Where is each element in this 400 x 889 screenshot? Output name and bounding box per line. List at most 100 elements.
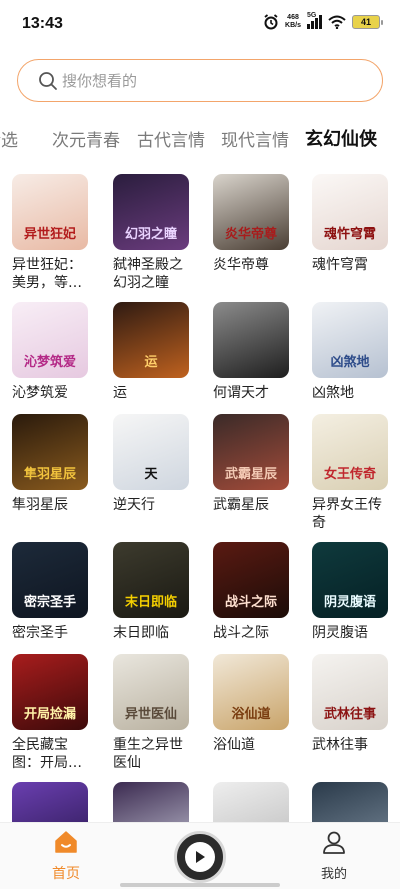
book-item[interactable]: 异世医仙重生之异世医仙 xyxy=(113,654,191,772)
book-item[interactable]: 凶煞地 凶煞地 xyxy=(312,302,390,402)
book-cover-text: 浴仙道 xyxy=(231,707,271,722)
book-item[interactable]: 隼羽星辰 隼羽星辰 xyxy=(12,414,90,514)
book-item[interactable]: 女王传奇异界女王传奇 xyxy=(312,414,390,532)
search-placeholder: 搜你想看的 xyxy=(62,72,138,90)
book-title[interactable]: 密宗圣手 xyxy=(12,624,92,642)
book-title[interactable]: 浴仙道 xyxy=(213,736,293,754)
book-cover[interactable]: 凶煞地 xyxy=(312,302,388,378)
book-cover-text: 凶煞地 xyxy=(330,355,370,370)
nav-home[interactable]: 首页 xyxy=(46,829,86,883)
book-cover[interactable]: 沁梦筑爱 xyxy=(12,302,88,378)
book-cover-text: 武林往事 xyxy=(323,707,376,722)
book-cover[interactable]: 武霸星辰 xyxy=(213,414,289,490)
book-item[interactable]: 开局捡漏全民藏宝图：开局… xyxy=(12,654,90,772)
book-item[interactable]: 密宗圣手 密宗圣手 xyxy=(12,542,90,642)
tab-featured[interactable]: 精选 xyxy=(0,126,18,151)
nav-home-label: 首页 xyxy=(52,866,80,882)
book-item[interactable]: 何谓天才 xyxy=(213,302,291,402)
book-cover[interactable]: 运 xyxy=(113,302,189,378)
book-cover[interactable]: 天 xyxy=(113,414,189,490)
book-cover-text: 运 xyxy=(144,355,158,370)
book-item[interactable]: 阴灵腹语 阴灵腹语 xyxy=(312,542,390,642)
book-cover[interactable]: 开局捡漏 xyxy=(12,654,88,730)
book-title[interactable]: 武林往事 xyxy=(312,736,392,754)
book-item[interactable]: 运运 xyxy=(113,302,191,402)
book-cover[interactable]: 战斗之际 xyxy=(213,542,289,618)
category-tabs: 精选 次元青春 古代言情 现代言情 玄幻仙侠 xyxy=(0,120,400,156)
book-title[interactable]: 沁梦筑爱 xyxy=(12,384,92,402)
book-item[interactable]: 战斗之际 战斗之际 xyxy=(213,542,291,642)
book-title[interactable]: 何谓天才 xyxy=(213,384,293,402)
book-title[interactable]: 隼羽星辰 xyxy=(12,496,92,514)
book-cover-text: 密宗圣手 xyxy=(23,595,76,610)
nav-mine-label: 我的 xyxy=(320,867,347,882)
book-title[interactable]: 异世狂妃：美男，等… xyxy=(12,256,92,292)
nav-mine[interactable]: 我的 xyxy=(314,829,354,882)
book-cover[interactable]: 阴灵腹语 xyxy=(312,542,388,618)
book-cover-text: 隼羽星辰 xyxy=(23,467,76,482)
book-cover-text: 幻羽之瞳 xyxy=(124,227,177,242)
book-cover-text: 魂忤穹霄 xyxy=(323,227,376,242)
book-item[interactable]: 末日即临 末日即临 xyxy=(113,542,191,642)
book-title[interactable]: 运 xyxy=(113,384,193,402)
book-cover[interactable]: 幻羽之瞳 xyxy=(113,174,189,250)
book-title[interactable]: 重生之异世医仙 xyxy=(113,736,193,772)
book-cover[interactable]: 魂忤穹霄 xyxy=(312,174,388,250)
book-title[interactable]: 弑神圣殿之幻羽之瞳 xyxy=(113,256,193,292)
search-icon xyxy=(39,71,57,90)
book-cover-text: 阴灵腹语 xyxy=(323,595,376,610)
book-title[interactable]: 逆天行 xyxy=(113,496,193,514)
book-title[interactable]: 全民藏宝图：开局… xyxy=(12,736,92,772)
book-item[interactable]: 魂忤穹霄 魂忤穹霄 xyxy=(312,174,390,274)
book-title[interactable]: 凶煞地 xyxy=(312,384,392,402)
book-item[interactable]: 沁梦筑爱 沁梦筑爱 xyxy=(12,302,90,402)
book-cover-text: 炎华帝尊 xyxy=(224,227,277,242)
book-cover-text: 女王传奇 xyxy=(323,467,376,482)
book-item[interactable]: 炎华帝尊 炎华帝尊 xyxy=(213,174,291,274)
tab-xiandai-yanqing[interactable]: 现代言情 xyxy=(221,126,289,151)
book-title[interactable]: 炎华帝尊 xyxy=(213,256,293,274)
tab-xuanhuan-xianxia[interactable]: 玄幻仙侠 xyxy=(305,125,377,151)
network-speed: 468 KB/s xyxy=(285,14,301,30)
book-cover[interactable]: 浴仙道 xyxy=(213,654,289,730)
book-item[interactable]: 浴仙道 浴仙道 xyxy=(213,654,291,754)
book-item[interactable]: 武霸星辰 武霸星辰 xyxy=(213,414,291,514)
book-cover-text: 战斗之际 xyxy=(224,595,277,610)
book-cover-text: 末日即临 xyxy=(124,595,177,610)
search-input[interactable]: 搜你想看的 xyxy=(17,59,383,102)
user-icon xyxy=(323,831,345,854)
book-title[interactable]: 武霸星辰 xyxy=(213,496,293,514)
tab-gudai-yanqing[interactable]: 古代言情 xyxy=(137,126,205,151)
book-cover-text: 天 xyxy=(144,467,158,482)
book-title[interactable]: 阴灵腹语 xyxy=(312,624,392,642)
tab-ciyuan-qingchun[interactable]: 次元青春 xyxy=(52,126,120,151)
network-speed-unit: KB/s xyxy=(285,22,301,29)
book-cover[interactable]: 女王传奇 xyxy=(312,414,388,490)
book-cover-text: 沁梦筑爱 xyxy=(23,355,76,370)
bottom-nav: 首页 我的 xyxy=(0,822,400,889)
status-bar: 13:43 468 KB/s 5G 41 xyxy=(0,0,400,50)
network-type: 5G xyxy=(307,12,317,19)
book-cover[interactable]: 隼羽星辰 xyxy=(12,414,88,490)
book-cover[interactable]: 异世医仙 xyxy=(113,654,189,730)
book-title[interactable]: 异界女王传奇 xyxy=(312,496,392,532)
status-time: 13:43 xyxy=(22,15,63,32)
book-cover-text: 武霸星辰 xyxy=(224,467,277,482)
network-speed-value: 468 xyxy=(287,14,299,21)
book-item[interactable]: 武林往事 武林往事 xyxy=(312,654,390,754)
book-title[interactable]: 魂忤穹霄 xyxy=(312,256,392,274)
book-title[interactable]: 末日即临 xyxy=(113,624,193,642)
book-item[interactable]: 天逆天行 xyxy=(113,414,191,514)
book-item[interactable]: 异世狂妃异世狂妃：美男，等… xyxy=(12,174,90,292)
player-button[interactable] xyxy=(174,831,226,883)
book-item[interactable]: 幻羽之瞳弑神圣殿之幻羽之瞳 xyxy=(113,174,191,292)
status-icons: 468 KB/s 5G 41 xyxy=(263,12,383,30)
book-cover[interactable]: 炎华帝尊 xyxy=(213,174,289,250)
book-cover[interactable]: 密宗圣手 xyxy=(12,542,88,618)
book-cover[interactable]: 武林往事 xyxy=(312,654,388,730)
book-cover[interactable] xyxy=(213,302,289,378)
book-title[interactable]: 战斗之际 xyxy=(213,624,293,642)
book-cover[interactable]: 异世狂妃 xyxy=(12,174,88,250)
alarm-icon xyxy=(264,14,278,30)
book-cover[interactable]: 末日即临 xyxy=(113,542,189,618)
